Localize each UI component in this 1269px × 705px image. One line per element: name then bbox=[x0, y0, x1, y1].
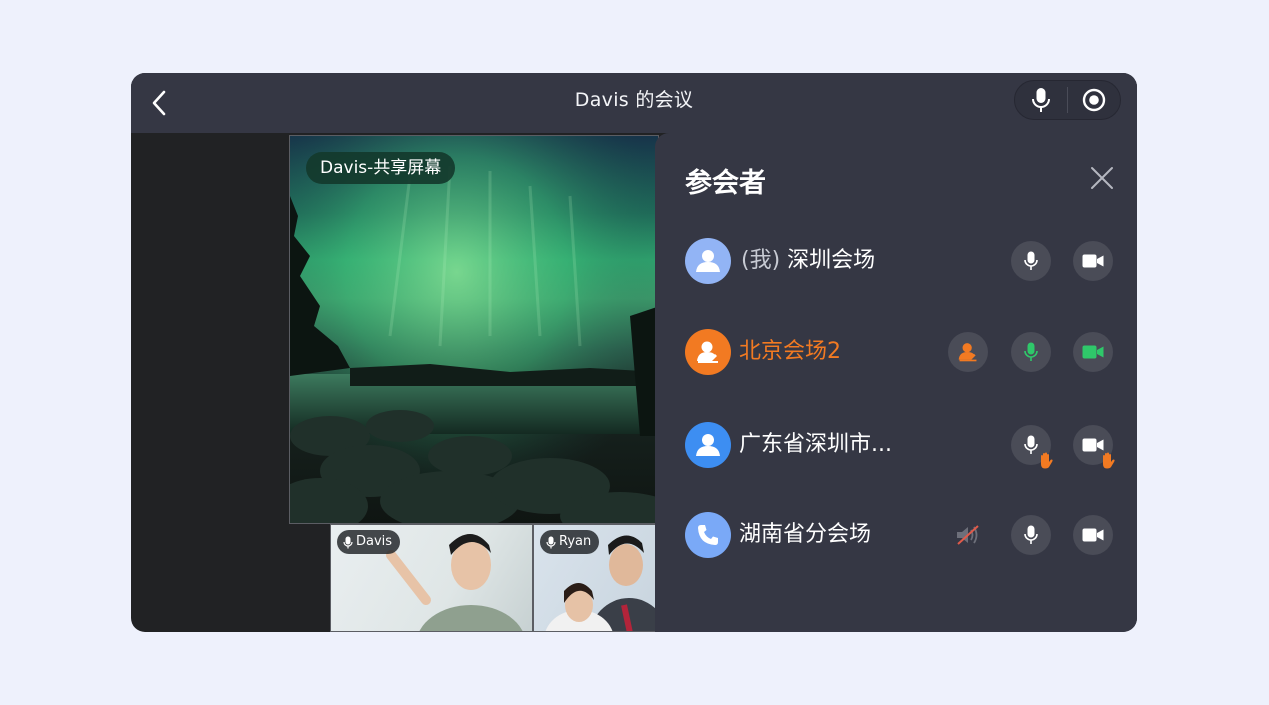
camera-button[interactable] bbox=[1073, 515, 1113, 555]
avatar bbox=[685, 422, 731, 468]
microphone-icon bbox=[546, 536, 556, 548]
meeting-title: Davis 的会议 bbox=[574, 89, 694, 111]
user-icon bbox=[696, 434, 720, 456]
record-icon bbox=[1082, 88, 1106, 112]
close-button[interactable] bbox=[1085, 161, 1119, 195]
mic-button[interactable] bbox=[1011, 332, 1051, 372]
self-tag: (我) bbox=[741, 248, 781, 273]
participant-row[interactable]: 北京会场2 bbox=[655, 322, 1137, 382]
share-label: Davis-共享屏幕 bbox=[306, 152, 456, 184]
camera-button[interactable] bbox=[1073, 332, 1113, 372]
camera-button[interactable] bbox=[1073, 241, 1113, 281]
avatar bbox=[685, 329, 731, 375]
microphone-icon bbox=[343, 536, 353, 548]
participant-name: 湖南省分会场 bbox=[739, 522, 872, 547]
microphone-icon bbox=[1024, 435, 1038, 454]
aurora-landscape-image bbox=[290, 136, 658, 523]
host-icon bbox=[697, 341, 718, 363]
thumbnail-label: Davis bbox=[337, 530, 401, 554]
top-bar: Davis 的会议 bbox=[131, 73, 1137, 133]
participant-row[interactable]: (我) 深圳会场 bbox=[655, 231, 1137, 291]
microphone-icon bbox=[1032, 88, 1050, 112]
video-thumbnail[interactable]: Ryan bbox=[533, 524, 659, 632]
thumbnail-name: Ryan bbox=[559, 534, 592, 549]
microphone-active-icon bbox=[1024, 342, 1038, 361]
microphone-icon bbox=[1024, 251, 1038, 270]
screen-share-view[interactable]: Davis-共享屏幕 bbox=[289, 135, 659, 524]
panel-title: 参会者 bbox=[685, 168, 766, 199]
user-icon bbox=[696, 250, 720, 272]
participant-row[interactable]: 湖南省分会场 bbox=[655, 505, 1137, 565]
participant-name: 广东省深圳市... bbox=[739, 432, 892, 457]
camera-icon bbox=[1082, 254, 1104, 268]
speaker-muted-indicator bbox=[948, 515, 988, 555]
top-controls bbox=[1014, 80, 1121, 120]
video-thumbnail[interactable]: Davis bbox=[330, 524, 533, 632]
microphone-button[interactable] bbox=[1015, 81, 1067, 119]
speaker-muted-icon bbox=[957, 525, 979, 545]
thumbnail-name: Davis bbox=[356, 534, 393, 549]
phone-icon bbox=[698, 525, 718, 545]
camera-icon bbox=[1082, 438, 1104, 452]
record-button[interactable] bbox=[1068, 81, 1120, 119]
avatar bbox=[685, 512, 731, 558]
mic-button[interactable] bbox=[1011, 425, 1053, 469]
host-button[interactable] bbox=[948, 332, 988, 372]
host-icon bbox=[958, 343, 977, 362]
raise-hand-icon bbox=[1041, 452, 1053, 469]
participant-row[interactable]: 广东省深圳市... bbox=[655, 415, 1137, 475]
camera-active-icon bbox=[1082, 345, 1104, 359]
mic-button[interactable] bbox=[1011, 241, 1051, 281]
close-icon bbox=[1091, 167, 1113, 189]
camera-button[interactable] bbox=[1073, 425, 1115, 469]
participant-name: 北京会场2 bbox=[739, 339, 841, 364]
participant-name: (我) 深圳会场 bbox=[741, 231, 875, 291]
participant-name-text: 深圳会场 bbox=[787, 248, 876, 273]
avatar bbox=[685, 238, 731, 284]
mic-button[interactable] bbox=[1011, 515, 1051, 555]
camera-icon bbox=[1082, 528, 1104, 542]
meeting-window: Davis 的会议 Davis-共享屏幕 Davis Ryan 参会者 (我) … bbox=[131, 73, 1137, 632]
thumbnail-label: Ryan bbox=[540, 530, 600, 554]
raise-hand-icon bbox=[1103, 452, 1115, 469]
microphone-icon bbox=[1024, 525, 1038, 544]
participants-panel: 参会者 (我) 深圳会场 北京会场2 广东省深圳市... 湖南省分会场 bbox=[655, 133, 1137, 632]
